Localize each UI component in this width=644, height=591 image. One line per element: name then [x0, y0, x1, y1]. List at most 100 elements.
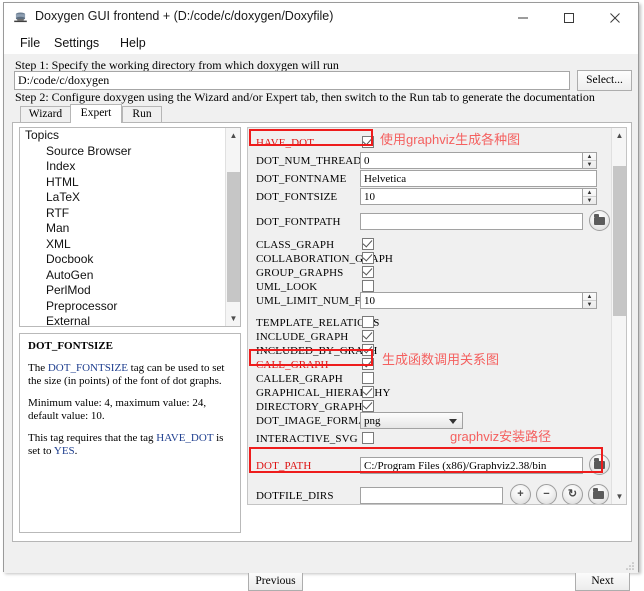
setting-row-dot-path: DOT_PATH C:/Program Files (x86)/Graphviz2…: [248, 454, 611, 478]
topic-item-latex[interactable]: LaTeX: [20, 190, 240, 206]
spinner-up-icon[interactable]: ▲: [583, 293, 596, 301]
setting-input-dot-fontsize[interactable]: 10: [360, 188, 583, 205]
folder-icon: [594, 214, 605, 225]
desc-p3-text-c: .: [74, 445, 78, 457]
topic-item-rtf[interactable]: RTF: [20, 206, 240, 222]
description-title: DOT_FONTSIZE: [28, 340, 113, 352]
spinner-down-icon[interactable]: ▼: [583, 161, 596, 168]
tab-run[interactable]: Run: [122, 106, 162, 123]
close-icon[interactable]: [592, 3, 638, 32]
resize-grip-icon[interactable]: [624, 560, 635, 571]
setting-row-dot-image-format: DOT_IMAGE_FORMAT png: [248, 412, 611, 430]
setting-input-dot-path[interactable]: C:/Program Files (x86)/Graphviz2.38/bin: [360, 457, 583, 474]
setting-row-dot-num-threads: DOT_NUM_THREADS 0 ▲ ▼: [248, 152, 611, 170]
setting-row-dot-fontsize: DOT_FONTSIZE 10 ▲ ▼: [248, 188, 611, 206]
setting-row-dotfile-dirs: DOTFILE_DIRS + − ↻: [248, 484, 611, 504]
tab-wizard[interactable]: Wizard: [20, 106, 71, 123]
setting-checkbox-graphical-hierarchy[interactable]: [362, 386, 374, 398]
setting-checkbox-directory-graph[interactable]: [362, 400, 374, 412]
description-paragraph-1: The DOT_FONTSIZE tag can be used to set …: [28, 362, 232, 389]
settings-panel[interactable]: HAVE_DOT DOT_NUM_THREADS 0 ▲ ▼ DOT_FONTNAME He…: [247, 127, 627, 505]
spinner-down-icon[interactable]: ▼: [583, 197, 596, 204]
chevron-down-icon: [449, 419, 457, 424]
tab-expert[interactable]: Expert: [70, 104, 122, 123]
setting-label-dot-fontpath: DOT_FONTPATH: [256, 216, 341, 228]
setting-input-dot-fontname[interactable]: Helvetica: [360, 170, 597, 187]
setting-checkbox-class-graph[interactable]: [362, 238, 374, 250]
browse-folder-button-dot-path[interactable]: [589, 454, 610, 475]
setting-checkbox-interactive-svg[interactable]: [362, 432, 374, 444]
working-directory-input[interactable]: [14, 71, 570, 90]
topics-list[interactable]: Topics Source Browser Index HTML LaTeX RTF Man…: [19, 127, 241, 327]
dotfile-dirs-remove-button[interactable]: −: [536, 484, 557, 504]
setting-checkbox-include-graph[interactable]: [362, 330, 374, 342]
spinner-up-icon[interactable]: ▲: [583, 189, 596, 197]
setting-label-dot-fontname: DOT_FONTNAME: [256, 173, 347, 185]
select-directory-button[interactable]: Select...: [577, 70, 632, 91]
setting-input-dot-fontpath[interactable]: [360, 213, 583, 230]
dotfile-dirs-refresh-button[interactable]: ↻: [562, 484, 583, 504]
setting-input-dotfile-dirs[interactable]: [360, 487, 503, 504]
add-icon: +: [517, 488, 524, 500]
desc-p1-keyword: DOT_FONTSIZE: [47, 361, 128, 374]
setting-spinner-dot-fontsize[interactable]: ▲ ▼: [583, 188, 597, 205]
setting-combo-dot-image-format[interactable]: png: [360, 412, 463, 429]
setting-input-uml-limit-num-fields[interactable]: 10: [360, 292, 583, 309]
previous-button[interactable]: Previous: [248, 571, 303, 591]
topic-item-perlmod[interactable]: PerlMod: [20, 283, 240, 299]
topic-item-html[interactable]: HTML: [20, 175, 240, 191]
topic-item-man[interactable]: Man: [20, 221, 240, 237]
setting-row-interactive-svg: INTERACTIVE_SVG: [248, 430, 611, 448]
topics-scrollbar[interactable]: ▲ ▼: [225, 128, 240, 326]
menu-item-file[interactable]: File: [15, 34, 45, 52]
setting-checkbox-caller-graph[interactable]: [362, 372, 374, 384]
topics-scrollbar-thumb[interactable]: [227, 172, 240, 302]
setting-checkbox-collaboration-graph[interactable]: [362, 252, 374, 264]
settings-scrollbar-thumb[interactable]: [613, 166, 626, 316]
title-bar: Doxygen GUI frontend + (D:/code/c/doxyge…: [4, 3, 638, 32]
menu-bar: File Settings Help: [4, 32, 638, 54]
topic-item-xml[interactable]: XML: [20, 237, 240, 253]
dotfile-dirs-add-button[interactable]: +: [510, 484, 531, 504]
setting-label-dot-path: DOT_PATH: [256, 460, 312, 472]
settings-scroll-down-icon[interactable]: ▼: [612, 489, 626, 504]
menu-item-help[interactable]: Help: [115, 34, 151, 52]
doxygen-logo-icon: [13, 10, 28, 25]
settings-scroll-up-icon[interactable]: ▲: [612, 128, 626, 143]
dotfile-dirs-browse-button[interactable]: [588, 484, 609, 504]
setting-input-dot-num-threads[interactable]: 0: [360, 152, 583, 169]
topic-item-autogen[interactable]: AutoGen: [20, 268, 240, 284]
menu-item-settings[interactable]: Settings: [49, 34, 104, 52]
topic-item-index[interactable]: Index: [20, 159, 240, 175]
setting-checkbox-included-by-graph[interactable]: [362, 344, 374, 356]
topics-header: Topics: [25, 128, 60, 142]
annotation-text-dot-path: graphviz安装路径: [450, 429, 552, 444]
setting-checkbox-template-relations[interactable]: [362, 316, 374, 328]
setting-checkbox-uml-look[interactable]: [362, 280, 374, 292]
setting-row-dot-fontpath: DOT_FONTPATH: [248, 210, 611, 234]
setting-checkbox-have-dot[interactable]: [362, 136, 374, 148]
remove-icon: −: [543, 488, 550, 500]
minimize-icon[interactable]: [500, 3, 546, 32]
window-title: Doxygen GUI frontend + (D:/code/c/doxyge…: [35, 9, 334, 23]
topic-item-source-browser[interactable]: Source Browser: [20, 144, 240, 160]
next-button[interactable]: Next: [575, 571, 630, 591]
scroll-down-icon[interactable]: ▼: [226, 311, 240, 326]
browse-folder-button-dot-fontpath[interactable]: [589, 210, 610, 231]
topic-item-external[interactable]: External: [20, 314, 240, 326]
topic-item-docbook[interactable]: Docbook: [20, 252, 240, 268]
spinner-down-icon[interactable]: ▼: [583, 301, 596, 308]
setting-spinner-dot-num-threads[interactable]: ▲ ▼: [583, 152, 597, 169]
setting-row-dot-fontname: DOT_FONTNAME Helvetica: [248, 170, 611, 188]
setting-spinner-uml-limit-num-fields[interactable]: ▲ ▼: [583, 292, 597, 309]
desc-p3-keyword-yes: YES: [53, 445, 75, 457]
setting-checkbox-call-graph[interactable]: [362, 358, 374, 370]
setting-combo-value-dot-image-format: png: [364, 415, 381, 427]
topic-item-preprocessor[interactable]: Preprocessor: [20, 299, 240, 315]
spinner-up-icon[interactable]: ▲: [583, 153, 596, 161]
setting-checkbox-group-graphs[interactable]: [362, 266, 374, 278]
scroll-up-icon[interactable]: ▲: [226, 128, 240, 143]
expert-tab-panel: Topics Source Browser Index HTML LaTeX RTF Man…: [12, 122, 632, 542]
settings-scrollbar[interactable]: ▲ ▼: [611, 128, 626, 504]
maximize-icon[interactable]: [546, 3, 592, 32]
